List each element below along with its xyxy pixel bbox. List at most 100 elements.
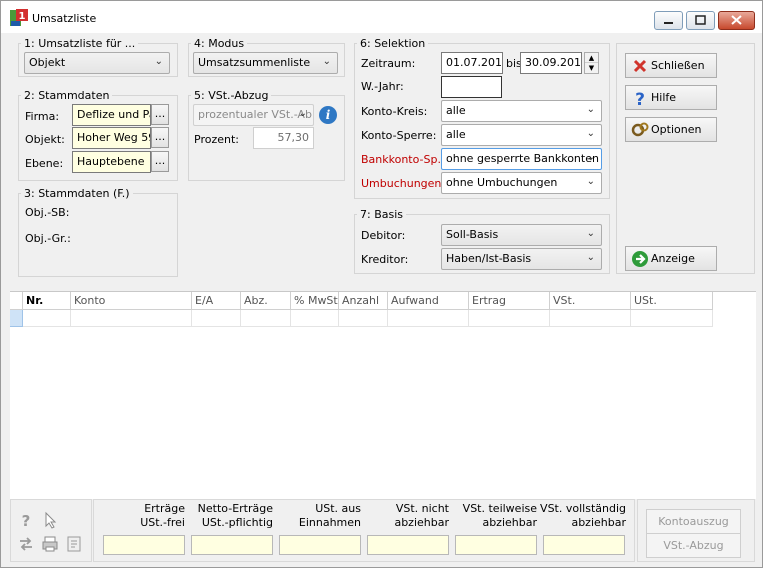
column-header[interactable]: Nr.: [23, 292, 71, 310]
help-icon: ?: [635, 90, 645, 107]
group-vst-abzug-label: 5: VSt.-Abzug: [191, 89, 272, 102]
schliessen-label: Schließen: [651, 59, 705, 72]
svg-text:1: 1: [19, 11, 26, 22]
summary-header-netto-ertraege: Netto-Erträge USt.-pflichtig: [197, 502, 273, 529]
date-spinner[interactable]: ▲ ▼: [584, 52, 599, 74]
ebene-label: Ebene:: [25, 157, 64, 170]
bankkonto-label: Bankkonto-Sp.:: [361, 153, 445, 166]
results-table[interactable]: Nr. Konto E/A Abz. % MwSt. Anzahl Aufwan…: [10, 291, 756, 499]
vst-abzug-button[interactable]: VSt.-Abzug: [646, 533, 741, 558]
row-selector[interactable]: [10, 310, 23, 327]
column-header[interactable]: VSt.: [550, 292, 631, 310]
column-header[interactable]: USt.: [631, 292, 713, 310]
kontosperre-label: Konto-Sperre:: [361, 129, 437, 142]
table-cell[interactable]: [241, 310, 291, 327]
anzeige-button[interactable]: Anzeige: [625, 246, 717, 271]
kreditor-label: Kreditor:: [361, 253, 409, 266]
summary-field-ust-einnahmen: [279, 535, 361, 555]
group-modus-label: 4: Modus: [191, 37, 248, 50]
transfer-icon[interactable]: [16, 534, 36, 554]
column-header[interactable]: Ertrag: [469, 292, 550, 310]
svg-text:?: ?: [22, 512, 31, 530]
group-selektion-label: 6: Selektion: [357, 37, 429, 50]
chevron-down-icon: ⌄: [298, 108, 307, 119]
print-icon[interactable]: [40, 534, 60, 554]
table-cell[interactable]: [192, 310, 241, 327]
chevron-down-icon: ⌄: [586, 104, 595, 115]
table-cell[interactable]: [388, 310, 469, 327]
kontosperre-value: alle: [446, 128, 466, 141]
bankkonto-value: ohne gesperrte Bankkonten: [446, 152, 599, 165]
table-cell[interactable]: [469, 310, 550, 327]
objekt-browse-button[interactable]: ...: [151, 127, 169, 148]
table-cell[interactable]: [339, 310, 388, 327]
date-from-field[interactable]: 01.07.2018: [441, 52, 503, 74]
optionen-label: Optionen: [651, 123, 702, 136]
group-stammdaten-label: 2: Stammdaten: [21, 89, 113, 102]
title-bar: 1 Umsatzliste: [1, 1, 762, 33]
kontosperre-select[interactable]: alle ⌄: [441, 124, 602, 146]
column-header[interactable]: Abz.: [241, 292, 291, 310]
svg-text:?: ?: [635, 90, 645, 107]
modus-value: Umsatzsummenliste: [198, 56, 311, 69]
optionen-button[interactable]: Optionen: [625, 117, 717, 142]
summary-field-netto-ertraege: [191, 535, 273, 555]
wjahr-label: W.-Jahr:: [361, 80, 404, 93]
table-cell[interactable]: [631, 310, 713, 327]
kreditor-select[interactable]: Haben/Ist-Basis ⌄: [441, 248, 602, 270]
table-cell[interactable]: [23, 310, 71, 327]
firma-browse-button[interactable]: ...: [151, 104, 169, 125]
ebene-field[interactable]: Hauptebene: [72, 151, 151, 173]
chevron-down-icon: ⌄: [586, 152, 595, 163]
debitor-select[interactable]: Soll-Basis ⌄: [441, 224, 602, 246]
summary-field-vst-nicht: [367, 535, 449, 555]
spin-down-icon[interactable]: ▼: [585, 63, 598, 73]
hilfe-button[interactable]: ? Hilfe: [625, 85, 717, 110]
date-to-field[interactable]: 30.09.2018: [520, 52, 582, 74]
table-cell[interactable]: [71, 310, 192, 327]
help-icon[interactable]: ?: [16, 510, 36, 530]
debitor-value: Soll-Basis: [446, 228, 499, 241]
objekt-label: Objekt:: [25, 133, 65, 146]
kontokreis-select[interactable]: alle ⌄: [441, 100, 602, 122]
chevron-down-icon: ⌄: [154, 56, 163, 67]
close-x-icon: [633, 59, 647, 73]
schliessen-button[interactable]: Schließen: [625, 53, 717, 78]
close-window-button[interactable]: [718, 11, 755, 30]
group-basis-label: 7: Basis: [357, 208, 407, 221]
umsatzliste-fuer-select[interactable]: Objekt ⌄: [24, 52, 170, 74]
modus-select[interactable]: Umsatzsummenliste ⌄: [193, 52, 338, 74]
column-header[interactable]: % MwSt.: [291, 292, 339, 310]
chevron-down-icon: ⌄: [322, 56, 331, 67]
chevron-down-icon: ⌄: [586, 176, 595, 187]
column-header[interactable]: Anzahl: [339, 292, 388, 310]
table-cell[interactable]: [550, 310, 631, 327]
maximize-icon: [695, 15, 706, 25]
umbuchungen-label: Umbuchungen:: [361, 177, 446, 190]
bankkonto-select[interactable]: ohne gesperrte Bankkonten ⌄: [441, 148, 602, 170]
app-icon: 1: [10, 9, 28, 26]
prozent-field[interactable]: 57,30: [253, 127, 314, 149]
minimize-button[interactable]: [654, 11, 683, 30]
pointer-icon[interactable]: [40, 510, 60, 530]
summary-header-vst-teilweise: VSt. teilweise abziehbar: [462, 502, 537, 529]
column-header[interactable]: Konto: [71, 292, 192, 310]
kontoauszug-button[interactable]: Kontoauszug: [646, 509, 741, 534]
table-cell[interactable]: [291, 310, 339, 327]
export-icon[interactable]: [64, 534, 84, 554]
window-title: Umsatzliste: [32, 12, 97, 25]
wjahr-field[interactable]: [441, 76, 502, 98]
ebene-browse-button[interactable]: ...: [151, 151, 169, 172]
info-icon[interactable]: i: [319, 106, 337, 124]
minimize-icon: [664, 22, 673, 24]
group-umsatzliste-fuer-label: 1: Umsatzliste für ...: [21, 37, 139, 50]
summary-header-vst-vollstaendig: VSt. vollständig abziehbar: [540, 502, 626, 529]
spin-up-icon[interactable]: ▲: [585, 53, 598, 63]
firma-field[interactable]: Deflize und Par: [72, 104, 151, 126]
maximize-button[interactable]: [686, 11, 715, 30]
umbuchungen-select[interactable]: ohne Umbuchungen ⌄: [441, 172, 602, 194]
column-header[interactable]: Aufwand: [388, 292, 469, 310]
vst-abzug-select[interactable]: prozentualer VSt.-Ab ⌄: [193, 104, 314, 126]
objekt-field[interactable]: Hoher Weg 59: [72, 127, 151, 149]
column-header[interactable]: E/A: [192, 292, 241, 310]
